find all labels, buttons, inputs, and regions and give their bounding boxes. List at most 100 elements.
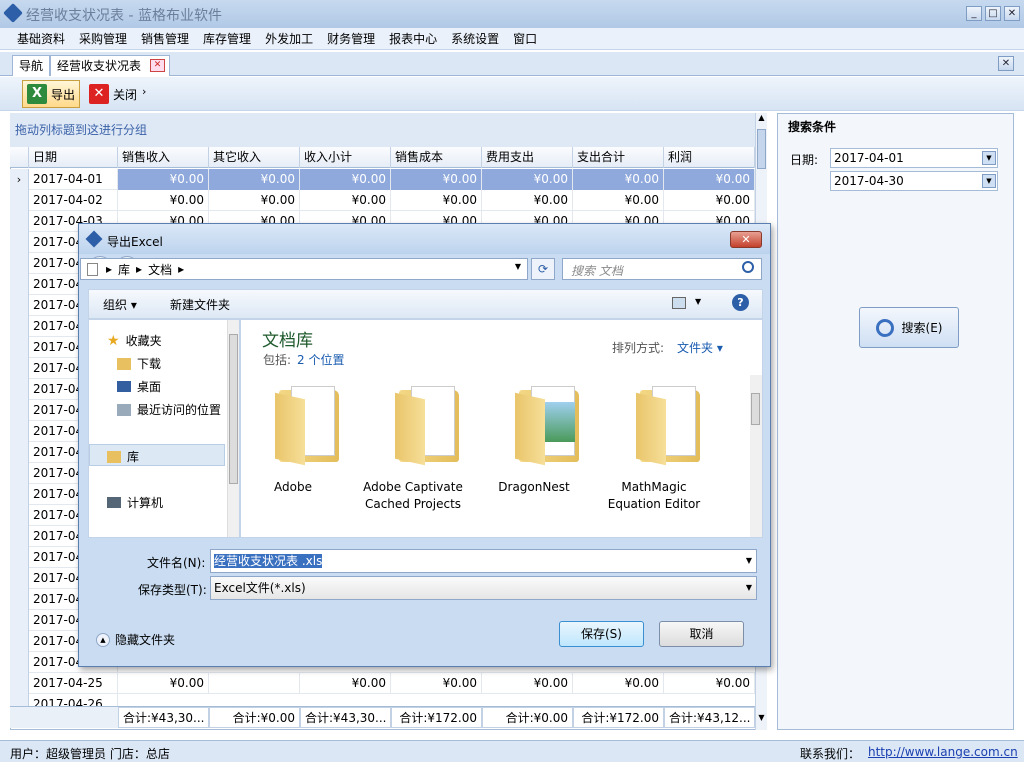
column-header[interactable]: 费用支出 — [482, 147, 573, 168]
nav-favorites[interactable]: ★ 收藏夹 — [107, 332, 162, 349]
value-cell: ¥0.00 — [118, 190, 209, 211]
library-locations-link[interactable]: 2 个位置 — [297, 351, 344, 368]
scroll-down-icon[interactable]: ▼ — [756, 713, 767, 727]
view-dropdown-icon[interactable]: ▼ — [695, 297, 701, 306]
address-bar[interactable]: ▸ 库 ▸ 文档 ▸ ▼ — [80, 258, 528, 280]
address-dropdown-icon[interactable]: ▼ — [515, 262, 521, 271]
menu-item[interactable]: 库存管理 — [196, 28, 258, 50]
path-documents[interactable]: 文档 — [148, 261, 172, 278]
save-button[interactable]: 保存(S) — [559, 621, 644, 647]
scroll-up-icon[interactable]: ▲ — [756, 113, 767, 127]
table-row[interactable]: › 2017-04-01 ¥0.00 ¥0.00 ¥0.00 ¥0.00 ¥0.00 ¥0.0… — [10, 169, 755, 190]
filename-input[interactable]: 经营收支状况表 .xls ▼ — [210, 549, 757, 573]
menu-item[interactable]: 采购管理 — [72, 28, 134, 50]
group-hint: 拖动列标题到这进行分组 — [10, 113, 755, 147]
dropdown-icon[interactable]: ▼ — [982, 174, 996, 188]
grid-header: 日期 销售收入 其它收入 收入小计 销售成本 费用支出 支出合计 利润 — [10, 147, 755, 168]
filetype-select[interactable]: Excel文件(*.xls) ▼ — [210, 576, 757, 600]
cancel-button[interactable]: 取消 — [659, 621, 744, 647]
library-icon — [107, 450, 121, 463]
nav-library[interactable]: 库 — [107, 448, 139, 465]
menu-item[interactable]: 系统设置 — [444, 28, 506, 50]
column-header[interactable]: 日期 — [29, 147, 118, 168]
date-cell: 2017-04-02 — [29, 190, 118, 211]
table-row[interactable]: 2017-04-02 ¥0.00 ¥0.00 ¥0.00 ¥0.00 ¥0.00 ¥0.00… — [10, 190, 755, 211]
filename-dropdown-icon[interactable]: ▼ — [746, 550, 752, 572]
image-folder-icon[interactable] — [513, 382, 593, 466]
folder-label[interactable]: DragonNest — [474, 479, 594, 496]
folder-icon[interactable] — [634, 382, 714, 466]
menu-item[interactable]: 财务管理 — [320, 28, 382, 50]
dialog-icon — [85, 230, 103, 248]
close-button[interactable]: ✕ 关闭 — [84, 80, 142, 108]
nav-scrollbar[interactable] — [227, 320, 239, 537]
column-header[interactable]: 收入小计 — [300, 147, 391, 168]
new-folder-button[interactable]: 新建文件夹 — [170, 296, 230, 313]
value-cell: ¥0.00 — [300, 169, 391, 190]
nav-recent[interactable]: 最近访问的位置 — [117, 401, 221, 418]
title-bar: 经营收支状况表 - 蓝格布业软件 _ □ ✕ — [0, 0, 1024, 28]
menu-item[interactable]: 销售管理 — [134, 28, 196, 50]
row-indicator — [10, 652, 29, 673]
close-red-icon: ✕ — [89, 84, 109, 104]
search-panel: 搜索条件 日期: 2017-04-01 ▼ 2017-04-30 ▼ 搜索(E) — [777, 113, 1014, 730]
dialog-search-input[interactable]: 搜索 文档 — [562, 258, 762, 280]
website-link[interactable]: http://www.lange.com.cn — [868, 745, 1018, 759]
table-row[interactable]: 2017-04-25 ¥0.00 ¥0.00 ¥0.00 ¥0.00 ¥0.00 ¥0.00 — [10, 673, 755, 694]
row-indicator — [10, 379, 29, 400]
row-indicator — [10, 442, 29, 463]
path-library[interactable]: 库 — [118, 261, 130, 278]
folder-icon[interactable] — [273, 382, 353, 466]
export-button[interactable]: X 导出 — [22, 80, 81, 108]
date-from-picker[interactable]: 2017-04-01 ▼ — [830, 148, 998, 168]
menu-item[interactable]: 基础资料 — [10, 28, 72, 50]
menu-item[interactable]: 报表中心 — [382, 28, 444, 50]
date-to-picker[interactable]: 2017-04-30 ▼ — [830, 171, 998, 191]
filetype-dropdown-icon[interactable]: ▼ — [746, 577, 752, 599]
nav-desktop[interactable]: 桌面 — [117, 378, 161, 395]
file-scrollbar[interactable] — [750, 375, 762, 537]
column-header[interactable]: 支出合计 — [573, 147, 664, 168]
library-title: 文档库 — [262, 331, 313, 351]
close-tab-panel-button[interactable]: ✕ — [998, 56, 1014, 71]
total-cell: 合计:¥0.00 — [482, 707, 573, 728]
column-header[interactable]: 其它收入 — [209, 147, 300, 168]
date-from-value: 2017-04-01 — [834, 151, 904, 165]
folder-icon[interactable] — [393, 382, 473, 466]
download-folder-icon — [117, 357, 131, 370]
sort-dropdown[interactable]: 文件夹 ▾ — [677, 339, 723, 356]
tab-report[interactable]: 经营收支状况表 ✕ — [50, 55, 171, 76]
close-window-button[interactable]: ✕ — [1004, 6, 1020, 21]
menu-item[interactable]: 外发加工 — [258, 28, 320, 50]
toolbar-overflow-icon[interactable]: › — [142, 85, 146, 98]
column-header[interactable]: 销售成本 — [391, 147, 482, 168]
row-indicator — [10, 421, 29, 442]
menu-item[interactable]: 窗口 — [506, 28, 544, 50]
dialog-search-icon[interactable] — [742, 261, 754, 273]
tab-close-icon[interactable]: ✕ — [150, 59, 166, 72]
dropdown-icon[interactable]: ▼ — [982, 151, 996, 165]
search-button-label: 搜索(E) — [901, 321, 943, 335]
tab-nav[interactable]: 导航 — [12, 55, 51, 76]
column-header[interactable]: 销售收入 — [118, 147, 209, 168]
minimize-button[interactable]: _ — [966, 6, 982, 21]
dialog-close-button[interactable]: ✕ — [730, 231, 762, 248]
help-icon[interactable]: ? — [732, 294, 749, 311]
view-icon[interactable] — [672, 297, 686, 309]
maximize-button[interactable]: □ — [985, 6, 1001, 21]
value-cell: ¥0.00 — [209, 169, 300, 190]
scroll-thumb[interactable] — [757, 129, 766, 169]
folder-label[interactable]: Adobe — [233, 479, 353, 496]
organize-button[interactable]: 组织 ▾ — [103, 296, 137, 313]
search-button[interactable]: 搜索(E) — [859, 307, 959, 348]
nav-computer[interactable]: 计算机 — [107, 494, 163, 511]
folder-label[interactable]: Adobe Captivate Cached Projects — [353, 479, 473, 513]
value-cell: ¥0.00 — [664, 190, 755, 211]
excel-icon: X — [27, 84, 47, 104]
folder-label[interactable]: MathMagic Equation Editor — [594, 479, 714, 513]
hide-folders-toggle[interactable]: ▲ 隐藏文件夹 — [96, 631, 175, 648]
column-header[interactable]: 利润 — [664, 147, 755, 168]
nav-downloads[interactable]: 下载 — [117, 355, 161, 372]
sort-label: 排列方式: — [612, 341, 665, 355]
refresh-icon[interactable]: ⟳ — [531, 258, 555, 280]
